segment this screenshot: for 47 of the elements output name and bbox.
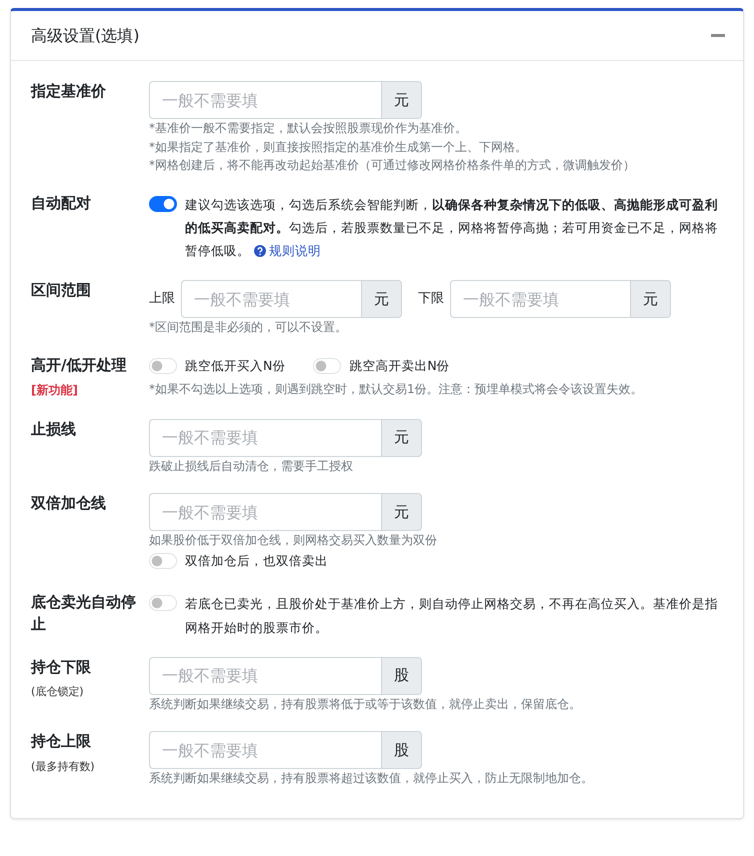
field-label: 高开/低开处理 — [31, 354, 128, 376]
field-sublabel: (最多持有数) — [31, 760, 95, 774]
help-text: *基准价一般不需要指定，默认会按照股票现价作为基准价。 — [149, 120, 468, 137]
field-prefix: 下限 — [418, 290, 444, 308]
input-field[interactable]: 一般不需要填 — [149, 418, 381, 456]
input-field[interactable]: 一般不需要填 — [149, 656, 381, 695]
unit-addon: 元 — [381, 81, 422, 119]
help-text: *如果不勾选以上选项，则遇到跳空时，默认交易1份。注意：预埋单模式将会令该设置失效。 — [149, 380, 644, 398]
new-feature-tag: [新功能] — [31, 382, 78, 396]
rules-link[interactable]: 规则说明 — [254, 243, 321, 258]
toggle-label: 跳空高开卖出N份 — [349, 356, 450, 375]
toggle-switch[interactable] — [149, 196, 177, 212]
unit-addon: 元 — [361, 280, 402, 318]
input-field[interactable]: 一般不需要填 — [149, 731, 381, 770]
help-text: *区间范围是非必须的，可以不设置。 — [149, 319, 348, 336]
help-text: 系统判断如果继续交易，持有股票将超过该数值，就停止买入，防止无限制地加仓。 — [149, 770, 594, 788]
field-label: 自动配对 — [31, 192, 92, 214]
unit-addon: 股 — [381, 656, 422, 695]
unit-addon: 元 — [630, 280, 671, 318]
field-label: 区间范围 — [31, 280, 92, 302]
toggle-label: 双倍加仓后，也双倍卖出 — [185, 552, 328, 570]
field-label: 底仓卖光自动停止 — [31, 592, 137, 636]
card-title: 高级设置(选填) — [31, 24, 140, 46]
collapse-icon[interactable] — [711, 34, 725, 38]
toggle-label: 跳空低开买入N份 — [185, 356, 286, 375]
field-label: 持仓上限 — [31, 731, 92, 752]
toggle-description: 若底仓已卖光，且股价处于基准价上方，则自动停止网格交易，不再在高位买入。基准价是指网格开始时的股票市价。 — [185, 595, 719, 637]
input-field[interactable]: 一般不需要填 — [149, 493, 381, 532]
unit-addon: 元 — [381, 493, 422, 532]
field-label: 持仓下限 — [31, 656, 92, 678]
help-icon — [254, 245, 266, 258]
field-label: 指定基准价 — [31, 81, 107, 102]
input-field[interactable]: 一般不需要填 — [450, 280, 630, 318]
help-text: *如果指定了基准价，则直接按照指定的基准价生成第一个上、下网格。 — [149, 138, 528, 156]
unit-addon: 元 — [381, 418, 422, 456]
input-field[interactable]: 一般不需要填 — [149, 81, 381, 119]
field-sublabel: (底仓锁定) — [31, 685, 84, 698]
help-text: *网格创建后，将不能再改动起始基准价（可通过修改网格价格条件单的方式，微调触发价） — [149, 157, 636, 174]
help-text: 跌破止损线后自动清仓，需要手工授权 — [149, 458, 354, 474]
unit-addon: 股 — [381, 731, 422, 770]
field-label: 双倍加仓线 — [31, 493, 107, 514]
toggle-description: 建议勾选该选项，勾选后系统会智能判断，以确保各种复杂情况下的低吸、高抛能形成可盈利的低买高卖配对。勾选后，若股票数量已不足，网格将暂停高抛；若可用资金已不足，网格将暂停低吸。 规则说明 — [185, 196, 719, 260]
help-text: 系统判断如果继续交易，持有股票将低于或等于该数值，就停止卖出，保留底仓。 — [149, 696, 582, 713]
field-prefix: 上限 — [149, 290, 175, 308]
help-text: 如果股价低于双倍加仓线，则网格交易买入数量为双份 — [149, 532, 438, 550]
field-label: 止损线 — [31, 418, 77, 440]
input-field[interactable]: 一般不需要填 — [181, 280, 361, 318]
